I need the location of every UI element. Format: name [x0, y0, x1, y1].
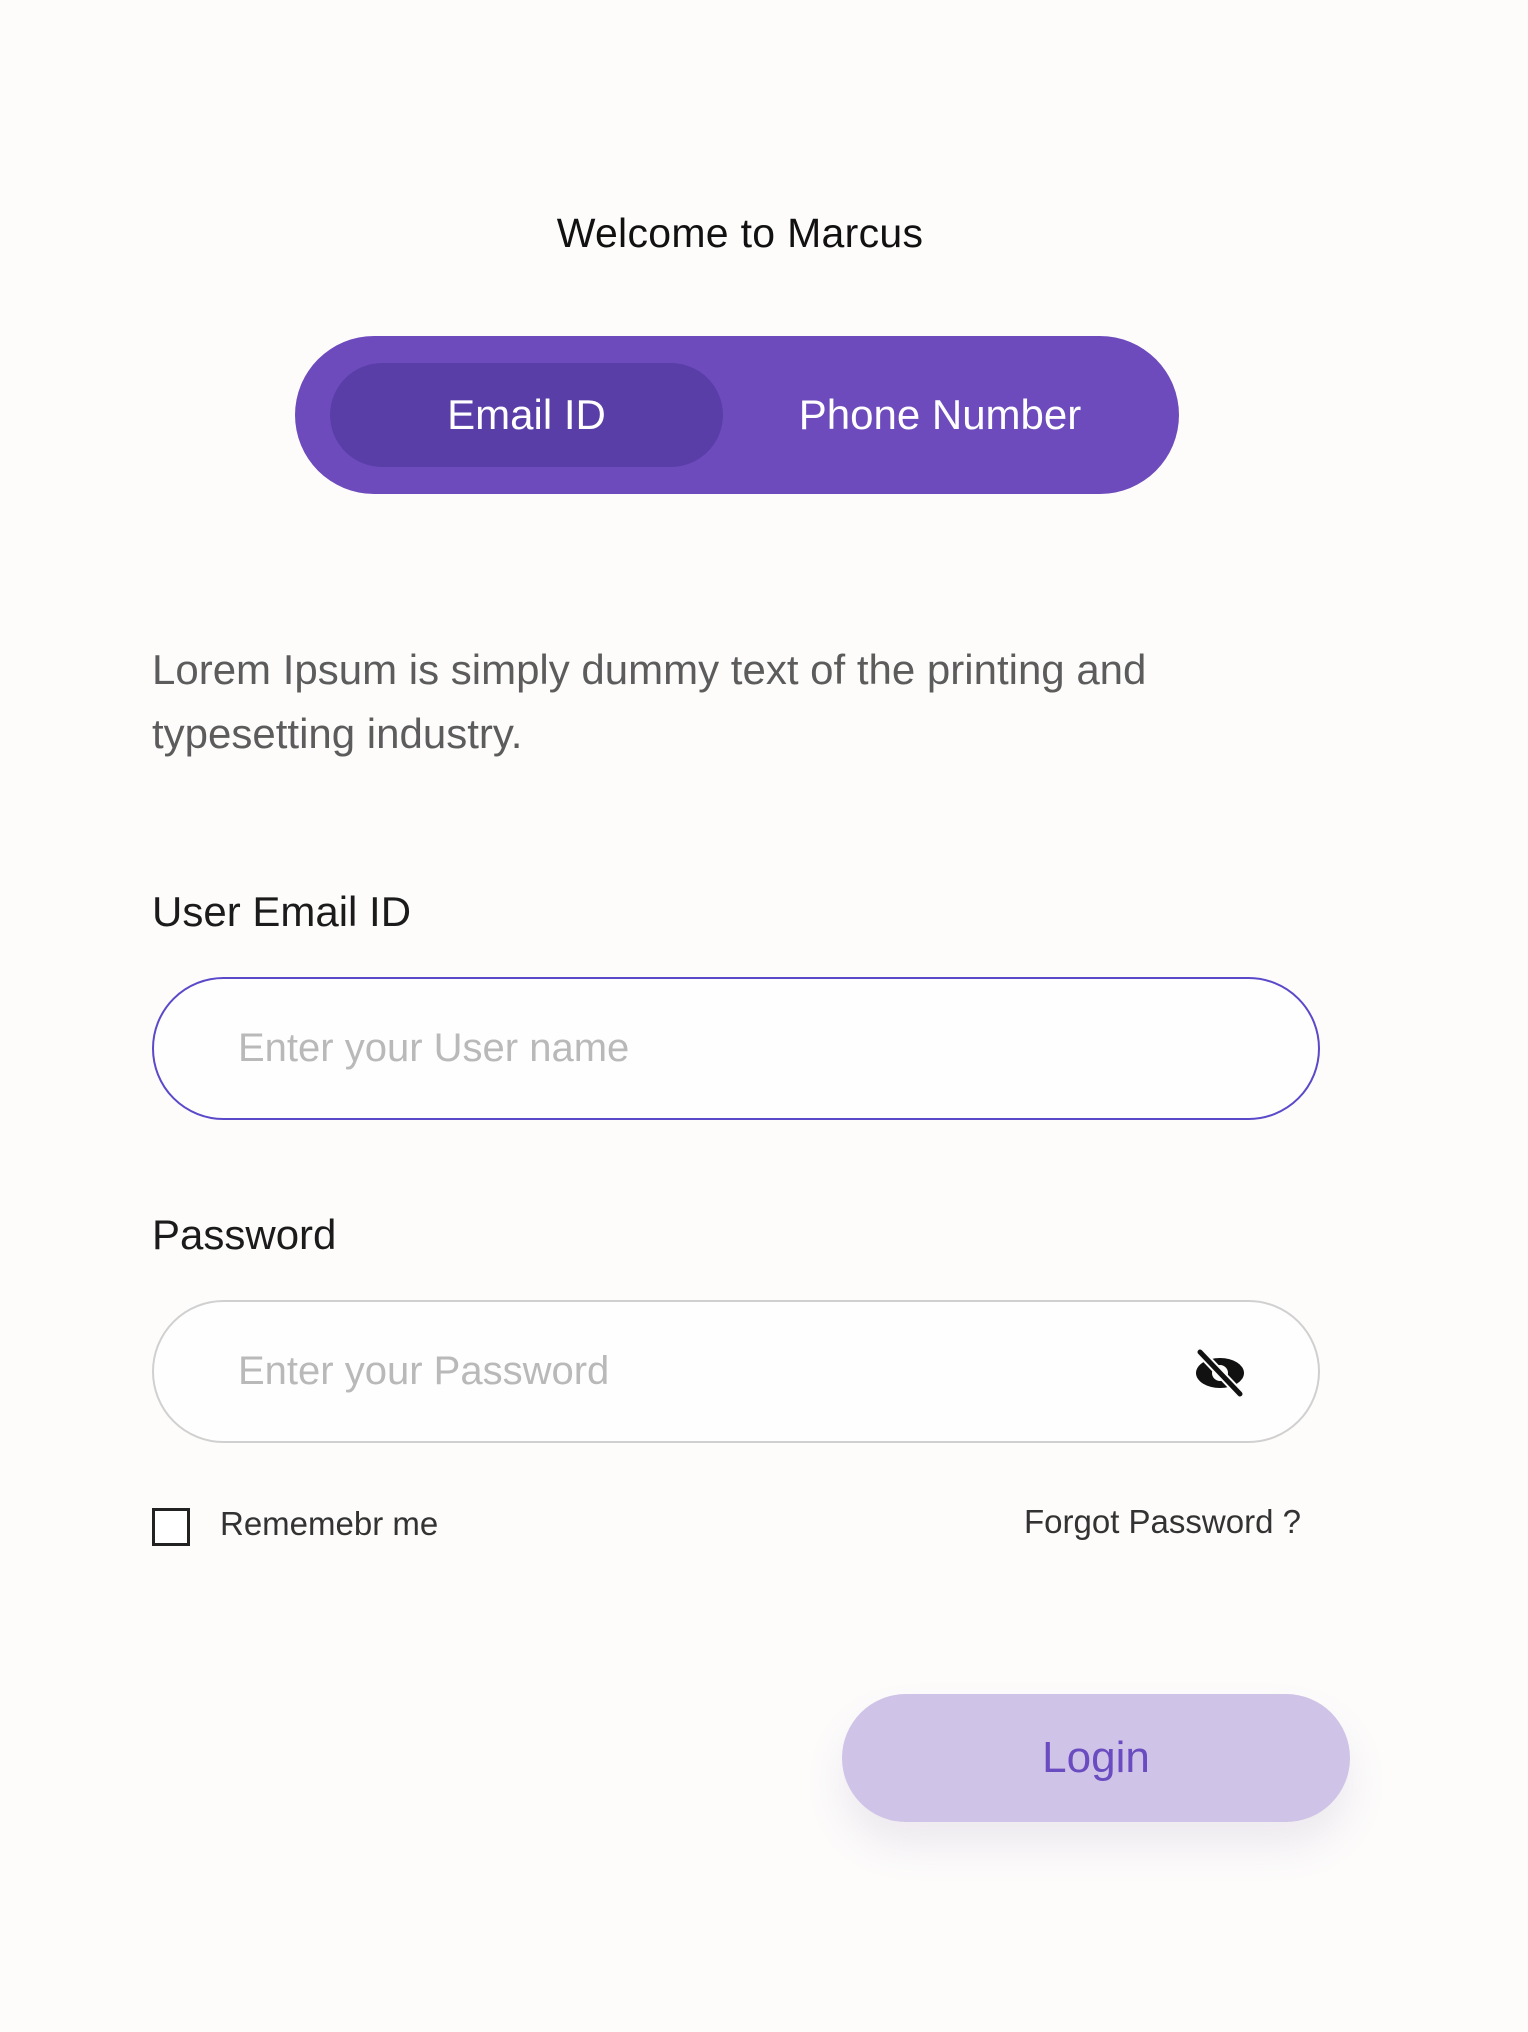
email-field-label: User Email ID	[152, 888, 412, 935]
description-text: Lorem Ipsum is simply dummy text of the …	[152, 646, 1147, 757]
forgot-password-link[interactable]: Forgot Password ?	[1024, 1503, 1301, 1541]
remember-me-label: Rememebr me	[220, 1505, 439, 1542]
login-card: Welcome to Marcus Email ID Phone Number …	[0, 0, 1528, 2032]
remember-me-checkbox[interactable]	[152, 1508, 190, 1546]
login-button[interactable]: Login	[842, 1694, 1350, 1822]
remember-me: Rememebr me	[152, 1505, 439, 1546]
password-field-label: Password	[152, 1211, 337, 1258]
email-input[interactable]	[236, 1025, 1140, 1072]
tab-phone-number[interactable]: Phone Number	[735, 363, 1145, 467]
password-field-container	[152, 1300, 1320, 1443]
password-input[interactable]	[236, 1348, 1140, 1395]
eye-slash-icon[interactable]	[1192, 1346, 1248, 1400]
email-field-container	[152, 977, 1320, 1120]
page-title: Welcome to Marcus	[556, 210, 924, 256]
tab-email-id[interactable]: Email ID	[330, 363, 723, 467]
login-method-toggle: Email ID Phone Number	[295, 336, 1179, 494]
